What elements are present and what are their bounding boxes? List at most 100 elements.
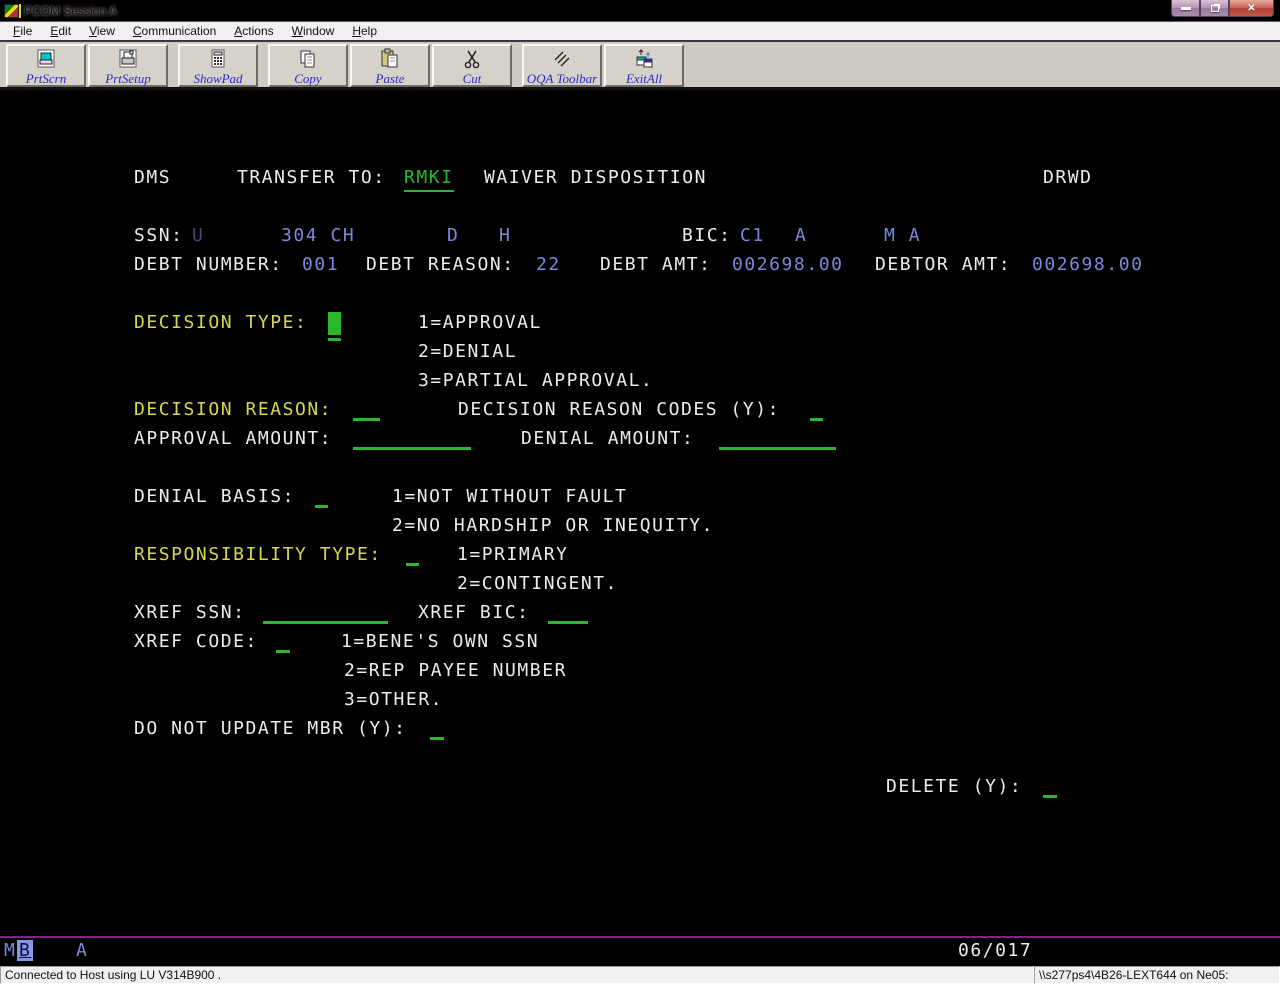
xref-code-option: 2=REP PAYEE NUMBER [344,660,567,682]
copy-icon [297,48,319,70]
debtor-amt-label: DEBTOR AMT: [875,254,1011,276]
denial-amount-input[interactable] [719,428,836,450]
debt-number-label: DEBT NUMBER: [134,254,283,276]
xref-ssn-input[interactable] [263,602,388,624]
ssn-label: SSN: [134,225,184,247]
menu-file[interactable]: File [4,22,41,40]
oia-cursor-position: 06/017 [958,940,1032,962]
screen-title: WAIVER DISPOSITION [484,167,707,189]
close-icon: ✕ [1247,3,1255,14]
exitall-button[interactable]: ExitAll [604,44,684,87]
xref-code-option: 1=BENE'S OWN SSN [341,631,539,653]
responsibility-type-label: RESPONSIBILITY TYPE: [134,544,382,566]
oqa-toolbar-label: OQA Toolbar [527,70,597,87]
denial-basis-label: DENIAL BASIS: [134,486,295,508]
denial-basis-input[interactable] [315,486,328,508]
status-bar: Connected to Host using LU V314B900 . \\… [0,966,1280,984]
oqa-toolbar-button[interactable]: OQA Toolbar [522,44,602,87]
ssn-value-fragment: 304 CH [281,225,355,247]
transfer-to-input[interactable]: RMKI [404,167,454,192]
xref-ssn-label: XREF SSN: [134,602,245,624]
denial-basis-option: 1=NOT WITHOUT FAULT [392,486,627,508]
xref-code-input[interactable] [276,631,290,653]
prtsetup-label: PrtSetup [105,70,151,87]
paste-label: Paste [376,70,405,87]
copy-button[interactable]: Copy [268,44,348,87]
decision-reason-input[interactable] [353,399,380,421]
do-not-update-input[interactable] [430,718,444,740]
do-not-update-label: DO NOT UPDATE MBR (Y): [134,718,407,740]
paste-icon [379,48,401,70]
decision-reason-label: DECISION REASON: [134,399,332,421]
toolbar: PrtScrn PrtSetup ShowPad Copy Paste Cut [0,42,1280,90]
delete-input[interactable] [1043,776,1057,798]
prtsetup-button[interactable]: PrtSetup [88,44,168,87]
oia-session-indicator: A [76,940,88,962]
xref-code-option: 3=OTHER. [344,689,443,711]
decision-reason-codes-input[interactable] [810,399,823,421]
title-bar: PCOM Session A ✕ [0,0,1280,22]
menu-actions[interactable]: Actions [225,22,282,40]
responsibility-option: 1=PRIMARY [457,544,568,566]
menu-communication[interactable]: Communication [124,22,225,40]
oia-insert-indicator: B [17,940,33,962]
hatch-lines-icon [551,48,573,70]
showpad-label: ShowPad [193,70,242,87]
app-code: DMS [134,167,171,189]
denial-basis-option: 2=NO HARDSHIP OR INEQUITY. [392,515,714,537]
transfer-to-label: TRANSFER TO: [237,167,386,189]
cut-button[interactable]: Cut [432,44,512,87]
menu-view[interactable]: View [80,22,124,40]
ssn-value-fragment: H [499,225,511,247]
restore-button[interactable] [1200,0,1229,17]
cursor-underscore [328,338,341,341]
print-setup-icon [117,48,139,70]
decision-type-option: 3=PARTIAL APPROVAL. [418,370,653,392]
printer-status: \\s277ps4\4B26-LEXT644 on Ne05: [1034,966,1280,984]
close-button[interactable]: ✕ [1229,0,1274,17]
xref-bic-input[interactable] [548,602,588,624]
debtor-amt-value: 002698.00 [1032,254,1143,276]
ssn-value-fragment: D [447,225,459,247]
app-icon [4,4,19,18]
bic-value-fragment: M A [884,225,921,247]
minimize-icon [1181,7,1191,10]
minimize-button[interactable] [1171,0,1200,17]
xref-code-label: XREF CODE: [134,631,258,653]
menu-help[interactable]: Help [343,22,386,40]
oia-separator [0,936,1280,938]
debt-amt-label: DEBT AMT: [600,254,711,276]
debt-number-value: 001 [302,254,339,276]
approval-amount-label: APPROVAL AMOUNT: [134,428,332,450]
window-controls: ✕ [1171,0,1274,17]
screen-code: DRWD [1043,167,1093,189]
print-screen-icon [35,48,57,70]
showpad-button[interactable]: ShowPad [178,44,258,87]
prtscrn-button[interactable]: PrtScrn [6,44,86,87]
decision-reason-codes-label: DECISION REASON CODES (Y): [458,399,780,421]
menu-window[interactable]: Window [283,22,344,40]
cut-label: Cut [463,70,482,87]
debt-amt-value: 002698.00 [732,254,843,276]
oia-shift-indicator: M [4,940,16,962]
debt-reason-value: 22 [536,254,561,276]
bic-value-fragment: C1 [740,225,765,247]
decision-type-option: 2=DENIAL [418,341,517,363]
terminal-screen: DMS TRANSFER TO: RMKI WAIVER DISPOSITION… [0,90,1280,966]
window-title: PCOM Session A [24,4,117,18]
approval-amount-input[interactable] [353,428,471,450]
responsibility-option: 2=CONTINGENT. [457,573,618,595]
cut-icon [461,48,483,70]
menu-bar: File Edit View Communication Actions Win… [0,22,1280,42]
connection-status: Connected to Host using LU V314B900 . [0,966,1034,984]
paste-button[interactable]: Paste [350,44,430,87]
delete-label: DELETE (Y): [886,776,1022,798]
menu-edit[interactable]: Edit [41,22,80,40]
decision-type-input[interactable] [328,312,341,335]
ssn-value-fragment: U [192,225,204,247]
decision-type-option: 1=APPROVAL [418,312,542,334]
bic-label: BIC: [682,225,732,247]
exitall-label: ExitAll [626,70,662,87]
responsibility-type-input[interactable] [406,544,419,566]
exit-all-icon [633,48,655,70]
